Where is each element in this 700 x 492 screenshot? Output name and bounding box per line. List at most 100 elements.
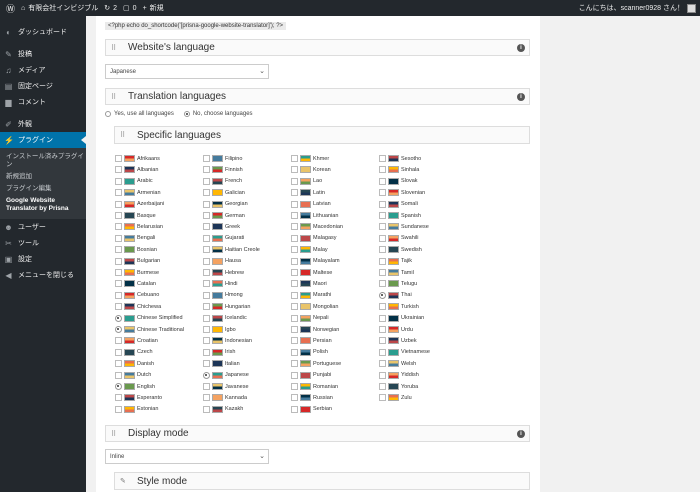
language-option[interactable]: Malayalam: [291, 256, 340, 267]
language-option[interactable]: Danish: [115, 358, 154, 369]
language-checkbox[interactable]: [203, 166, 210, 174]
language-option[interactable]: Italian: [203, 358, 240, 369]
language-checkbox[interactable]: [379, 314, 386, 322]
language-checkbox[interactable]: [291, 360, 298, 368]
language-option[interactable]: Khmer: [291, 153, 329, 164]
language-checkbox[interactable]: [203, 348, 210, 356]
sidebar-item-plugins[interactable]: ⚡ プラグイン: [0, 132, 86, 148]
specific-languages-header[interactable]: ⠿ Specific languages: [114, 126, 530, 144]
language-option[interactable]: Finnish: [203, 164, 243, 175]
submenu-installed-plugins[interactable]: インストール済みプラグイン: [0, 151, 86, 171]
language-checkbox[interactable]: [291, 200, 298, 208]
language-option[interactable]: Nepali: [291, 313, 329, 324]
language-option[interactable]: Georgian: [203, 199, 248, 210]
info-icon[interactable]: i: [517, 430, 525, 438]
language-checkbox[interactable]: [203, 326, 210, 333]
language-option[interactable]: Arabic: [115, 176, 153, 187]
sidebar-item-pages[interactable]: ▤ 固定ページ: [0, 78, 86, 94]
language-option[interactable]: Hebrew: [203, 267, 244, 278]
language-option[interactable]: Urdu: [379, 324, 413, 335]
language-checkbox[interactable]: [203, 303, 210, 311]
language-checkbox[interactable]: [291, 337, 298, 345]
language-checkbox[interactable]: [291, 394, 298, 402]
language-checkbox[interactable]: [379, 348, 386, 356]
language-option[interactable]: Norwegian: [291, 324, 339, 335]
language-checkbox[interactable]: [203, 177, 210, 185]
language-option[interactable]: Hausa: [203, 256, 241, 267]
language-option[interactable]: Chinese Simplified: [115, 313, 183, 324]
language-checkbox[interactable]: [379, 155, 386, 162]
language-option[interactable]: Hindi: [203, 278, 238, 289]
language-option[interactable]: Hungarian: [203, 301, 250, 312]
language-checkbox[interactable]: [115, 200, 122, 208]
language-option[interactable]: Welsh: [379, 358, 416, 369]
language-checkbox[interactable]: [291, 223, 298, 231]
style-mode-header[interactable]: ✎ Style mode: [114, 472, 530, 490]
language-option[interactable]: Swedish: [379, 244, 422, 255]
language-option[interactable]: Filipino: [203, 153, 242, 164]
language-checkbox[interactable]: [291, 314, 298, 322]
language-option[interactable]: Japanese: [203, 370, 249, 381]
language-option[interactable]: Albanian: [115, 164, 158, 175]
language-option[interactable]: Serbian: [291, 404, 332, 415]
language-option[interactable]: Esperanto: [115, 392, 162, 403]
option-all-languages[interactable]: Yes, use all languages: [105, 111, 174, 117]
language-checkbox[interactable]: [115, 234, 122, 242]
language-checkbox[interactable]: [203, 223, 210, 231]
language-option[interactable]: Greek: [203, 221, 240, 232]
language-checkbox[interactable]: [203, 212, 210, 219]
language-checkbox[interactable]: [379, 394, 386, 402]
language-option[interactable]: Malay: [291, 244, 328, 255]
language-checkbox[interactable]: [115, 223, 122, 231]
sidebar-item-comments[interactable]: ▆ コメント: [0, 94, 86, 110]
language-option[interactable]: Ukrainian: [379, 313, 424, 324]
language-checkbox[interactable]: [115, 394, 122, 402]
updates-link[interactable]: ↻ 2: [104, 4, 117, 13]
language-checkbox[interactable]: [115, 348, 122, 356]
language-checkbox[interactable]: [203, 189, 210, 197]
language-option[interactable]: Polish: [291, 347, 328, 358]
language-checkbox[interactable]: [291, 326, 298, 333]
language-checkbox[interactable]: [379, 246, 386, 254]
language-checkbox[interactable]: [115, 337, 122, 345]
language-checkbox[interactable]: [203, 200, 210, 208]
language-option[interactable]: Latin: [291, 187, 325, 198]
language-option[interactable]: Persian: [291, 335, 332, 346]
language-option[interactable]: Slovenian: [379, 187, 425, 198]
language-checkbox[interactable]: [379, 383, 386, 390]
language-option[interactable]: Chinese Traditional: [115, 324, 184, 335]
language-checkbox[interactable]: [379, 189, 386, 197]
language-checkbox[interactable]: [115, 177, 122, 185]
language-checkbox[interactable]: [115, 212, 122, 219]
language-option[interactable]: Lithuanian: [291, 210, 338, 221]
language-option[interactable]: Czech: [115, 347, 153, 358]
info-icon[interactable]: i: [517, 93, 525, 101]
sidebar-item-posts[interactable]: ✎ 投稿: [0, 46, 86, 62]
language-checkbox[interactable]: [379, 371, 386, 379]
language-option[interactable]: Romanian: [291, 381, 338, 392]
language-checkbox[interactable]: [115, 280, 122, 288]
language-option[interactable]: Latvian: [291, 199, 331, 210]
shortcode-snippet[interactable]: <?php echo do_shortcode('[prisna-google-…: [105, 22, 287, 30]
language-checkbox[interactable]: [115, 189, 122, 197]
language-checkbox[interactable]: [291, 269, 298, 276]
language-option[interactable]: Bengali: [115, 233, 155, 244]
language-option[interactable]: Icelandic: [203, 313, 247, 324]
language-checkbox[interactable]: [203, 269, 210, 276]
language-option[interactable]: Hmong: [203, 290, 243, 301]
language-checkbox[interactable]: [291, 405, 298, 413]
language-checkbox[interactable]: [115, 371, 122, 379]
sidebar-item-dashboard[interactable]: ◐ ダッシュボード: [0, 24, 86, 40]
language-option[interactable]: Maori: [291, 278, 327, 289]
language-option[interactable]: Turkish: [379, 301, 419, 312]
language-checkbox[interactable]: [379, 291, 386, 299]
language-option[interactable]: Catalan: [115, 278, 156, 289]
language-checkbox[interactable]: [115, 291, 122, 299]
language-option[interactable]: Swahili: [379, 233, 418, 244]
radio-choose[interactable]: [183, 111, 190, 117]
language-option[interactable]: Zulu: [379, 392, 412, 403]
sidebar-item-tools[interactable]: ✂ ツール: [0, 235, 86, 251]
language-checkbox[interactable]: [379, 337, 386, 345]
language-checkbox[interactable]: [203, 291, 210, 299]
language-option[interactable]: Dutch: [115, 370, 151, 381]
